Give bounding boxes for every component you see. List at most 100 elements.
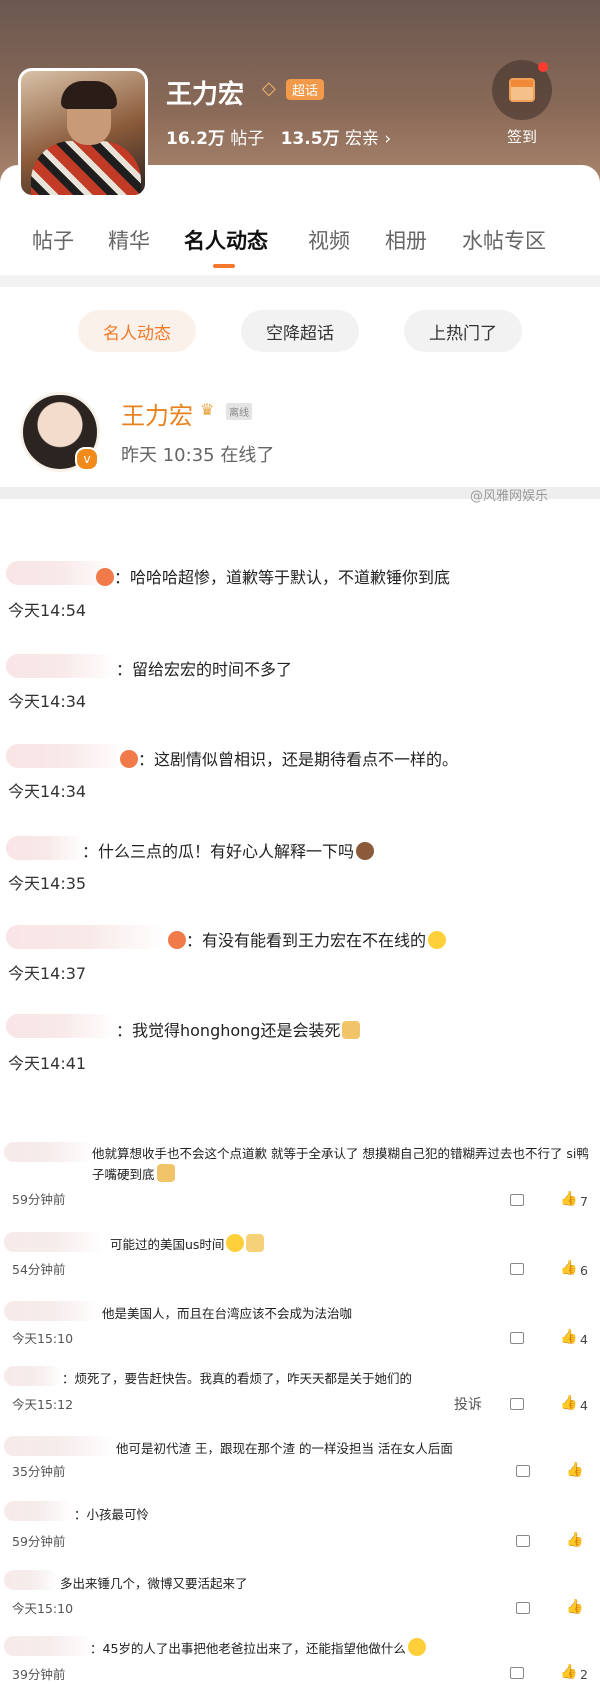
blurred-username[interactable] (6, 1014, 116, 1038)
blurred-username[interactable] (4, 1570, 58, 1590)
comment-text: ：45岁的人了出事把他老爸拉出来了，还能指望他做什么 (90, 1638, 426, 1657)
reply-icon[interactable] (510, 1263, 524, 1275)
like-count: 6 (580, 1263, 588, 1278)
watermark: @风雅网娱乐 (470, 489, 549, 504)
topic-stats[interactable]: 16.2万 帖子 13.5万 宏亲 › (166, 124, 391, 149)
comment-text: 他可是初代渣 王，跟现在那个渣 的一样没担当 活在女人后面 (116, 1441, 453, 1456)
reply-icon[interactable] (510, 1667, 524, 1679)
tab-videos[interactable]: 视频 (308, 225, 350, 255)
like-icon[interactable]: 👍 (566, 1462, 583, 1478)
comment-time: 今天14:35 (8, 874, 87, 893)
comment-time: 39分钟前 (12, 1667, 66, 1682)
tab-celebrity-updates[interactable]: 名人动态 (184, 225, 268, 255)
comment-text: ：哈哈哈超惨，道歉等于默认，不道歉锤你到底 (94, 564, 450, 588)
comment-time: 今天15:10 (12, 1601, 74, 1616)
peace-hand-icon (246, 1234, 265, 1252)
monkey-emoji-icon (356, 842, 375, 860)
comment-text: ：有没有能看到王力宏在不在线的 (166, 927, 447, 951)
like-icon[interactable]: 👍 (560, 1664, 577, 1680)
comment-time: 今天14:34 (8, 692, 87, 711)
calendar-icon (509, 78, 535, 102)
doge-emoji-icon (342, 1021, 361, 1039)
blurred-username[interactable] (4, 1501, 74, 1521)
verified-icon: v (75, 447, 99, 471)
super-topic-badge: ◇ 超话 (262, 78, 325, 100)
like-icon[interactable]: 👍 (566, 1599, 583, 1615)
offline-tag: 离线 (226, 403, 252, 420)
tab-featured[interactable]: 精华 (108, 225, 150, 255)
reply-icon[interactable] (510, 1194, 524, 1206)
celebrity-name[interactable]: 王力宏 (121, 396, 193, 431)
reply-icon[interactable] (516, 1535, 530, 1547)
celebrity-avatar[interactable]: v (20, 392, 100, 472)
blurred-username[interactable] (6, 654, 116, 678)
blurred-username[interactable] (6, 925, 166, 949)
comment-text: ：什么三点的瓜！有好心人解释一下吗 (82, 838, 375, 862)
chevron-right-icon: › (384, 129, 392, 149)
blurred-username[interactable] (4, 1232, 104, 1252)
comment-text: ：这剧情似曾相识，还是期待看点不一样的。 (118, 746, 458, 770)
filter-chips: 名人动态 空降超话 上热门了 (0, 310, 600, 354)
like-count: 2 (580, 1667, 588, 1682)
tab-albums[interactable]: 相册 (385, 225, 427, 255)
online-status: 昨天 10:35 在线了 (121, 445, 275, 466)
comment-text: ：烦死了，要告赶快告。我真的看烦了，咋天天都是关于她们的 (62, 1371, 413, 1386)
comment-time: 今天14:54 (8, 601, 87, 620)
topic-title: 王力宏 (166, 80, 245, 110)
reply-icon[interactable] (510, 1332, 524, 1344)
diamond-icon: ◇ (262, 78, 276, 99)
blurred-username[interactable] (6, 836, 86, 860)
comment-text: 可能过的美国us时间 (110, 1234, 265, 1253)
chip-celebrity-updates[interactable]: 名人动态 (78, 310, 196, 352)
comment-text: 他是美国人，而且在台湾应该不会成为法治咖 (102, 1306, 353, 1321)
comment-text: ：我觉得honghong还是会装死 (116, 1017, 361, 1041)
blurred-username[interactable] (4, 1436, 114, 1456)
laugh-cry-emoji-icon (428, 931, 447, 949)
comment-text: 多出来锤几个，微博又要活起来了 (60, 1576, 248, 1591)
like-icon[interactable]: 👍 (560, 1191, 577, 1207)
topic-avatar[interactable] (18, 68, 148, 198)
comment-time: 35分钟前 (12, 1464, 66, 1479)
blurred-username[interactable] (6, 744, 126, 768)
chip-trending[interactable]: 上热门了 (404, 310, 522, 352)
crown-icon: ♛ (200, 400, 215, 419)
like-icon[interactable]: 👍 (560, 1260, 577, 1276)
like-icon[interactable]: 👍 (560, 1329, 577, 1345)
like-count: 7 (580, 1194, 588, 1209)
blurred-username[interactable] (4, 1366, 64, 1386)
comment-time: 54分钟前 (12, 1262, 66, 1277)
checkin-button[interactable]: 签到 (490, 60, 554, 147)
report-button[interactable]: 投诉 (454, 1394, 482, 1414)
doge-emoji-icon (156, 1164, 175, 1182)
comment-text: 他就算想收手也不会这个点道歉 就等于全承认了 想摸糊自己犯的错糊弄过去也不行了 … (92, 1146, 589, 1182)
chip-airdrop[interactable]: 空降超话 (241, 310, 359, 352)
like-count: 4 (580, 1398, 588, 1413)
active-tab-indicator (213, 264, 235, 268)
emoji-icon (168, 931, 186, 949)
emoji-icon (407, 1638, 426, 1656)
like-icon[interactable]: 👍 (566, 1532, 583, 1548)
comment-time: 59分钟前 (12, 1192, 66, 1207)
comment-time: 今天14:37 (8, 964, 87, 983)
reply-icon[interactable] (516, 1465, 530, 1477)
emoji-icon (120, 750, 138, 768)
blurred-username[interactable] (4, 1636, 94, 1656)
reply-icon[interactable] (516, 1602, 530, 1614)
tab-water-posts[interactable]: 水帖专区 (462, 225, 546, 255)
comment-time: 今天14:34 (8, 782, 87, 801)
emoji-icon (96, 568, 114, 586)
blurred-username[interactable] (4, 1301, 100, 1321)
like-icon[interactable]: 👍 (560, 1395, 577, 1411)
comment-text: ：留给宏宏的时间不多了 (116, 660, 293, 679)
reply-icon[interactable] (510, 1398, 524, 1410)
tab-bar: 帖子 精华 名人动态 视频 相册 水帖专区 (0, 225, 600, 265)
like-count: 4 (580, 1332, 588, 1347)
emoji-icon (226, 1234, 245, 1252)
divider (0, 275, 600, 287)
tab-posts[interactable]: 帖子 (32, 225, 74, 255)
blurred-username[interactable] (4, 1142, 94, 1162)
comment-time: 59分钟前 (12, 1534, 66, 1549)
comment-text: ：小孩最可怜 (74, 1507, 150, 1522)
notification-dot (538, 62, 548, 72)
comment-time: 今天15:10 (12, 1331, 74, 1346)
